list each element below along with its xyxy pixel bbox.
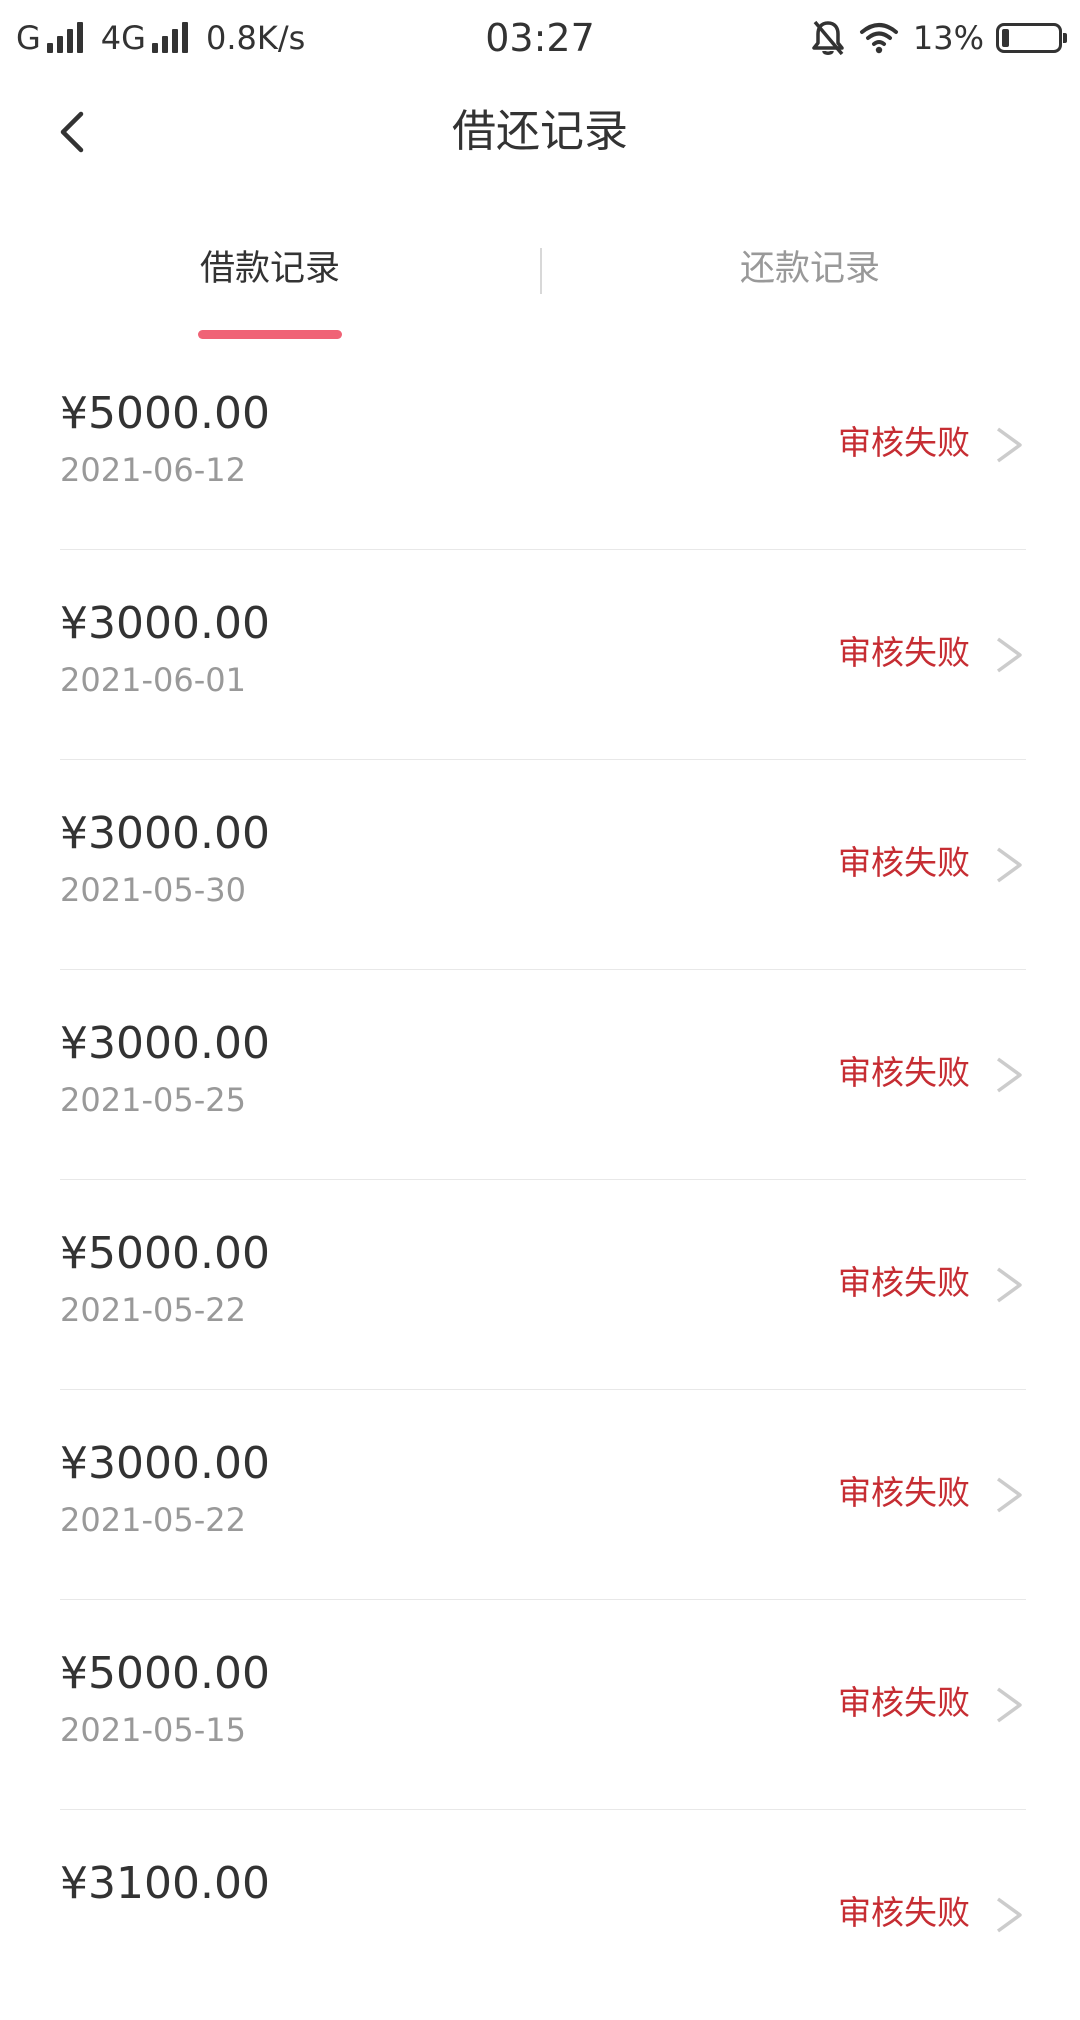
status-badge: 审核失败 bbox=[838, 423, 970, 462]
record-date: 2021-05-22 bbox=[60, 1291, 246, 1329]
record-date: 2021-05-22 bbox=[60, 1501, 246, 1539]
chevron-right-icon bbox=[996, 1687, 1022, 1723]
status-badge: 审核失败 bbox=[838, 633, 970, 672]
record-amount: ¥3000.00 bbox=[60, 1438, 270, 1489]
status-badge: 审核失败 bbox=[838, 843, 970, 882]
chevron-right-icon bbox=[996, 847, 1022, 883]
record-date: 2021-05-25 bbox=[60, 1081, 246, 1119]
tab-bar: 借款记录 还款记录 bbox=[0, 222, 1080, 342]
list-item[interactable]: ¥5000.00 2021-05-22 审核失败 bbox=[60, 1180, 1026, 1390]
chevron-right-icon bbox=[996, 427, 1022, 463]
chevron-right-icon bbox=[996, 1477, 1022, 1513]
record-date: 2021-06-12 bbox=[60, 451, 246, 489]
status-badge: 审核失败 bbox=[838, 1263, 970, 1302]
chevron-right-icon bbox=[996, 1267, 1022, 1303]
record-amount: ¥5000.00 bbox=[60, 1228, 270, 1279]
mute-bell-icon bbox=[812, 20, 844, 56]
list-item[interactable]: ¥5000.00 2021-06-12 审核失败 bbox=[60, 340, 1026, 550]
record-amount: ¥3100.00 bbox=[60, 1858, 270, 1909]
record-date: 2021-06-01 bbox=[60, 661, 246, 699]
status-bar: G 4G 0.8K/s 03:27 13% bbox=[0, 0, 1080, 78]
chevron-right-icon bbox=[996, 1057, 1022, 1093]
list-item[interactable]: ¥3100.00 审核失败 bbox=[60, 1810, 1026, 2020]
tab-borrow-records[interactable]: 借款记录 bbox=[120, 244, 420, 294]
nav-bar: 借还记录 bbox=[0, 78, 1080, 192]
chevron-right-icon bbox=[996, 1897, 1022, 1933]
tab-divider bbox=[540, 248, 542, 294]
status-badge: 审核失败 bbox=[838, 1473, 970, 1512]
list-item[interactable]: ¥5000.00 2021-05-15 审核失败 bbox=[60, 1600, 1026, 1810]
record-amount: ¥3000.00 bbox=[60, 808, 270, 859]
wifi-icon bbox=[859, 23, 898, 54]
record-date: 2021-05-30 bbox=[60, 871, 246, 909]
record-amount: ¥3000.00 bbox=[60, 598, 270, 649]
chevron-right-icon bbox=[996, 637, 1022, 673]
record-date: 2021-05-15 bbox=[60, 1711, 246, 1749]
record-amount: ¥3000.00 bbox=[60, 1018, 270, 1069]
list-item[interactable]: ¥3000.00 2021-06-01 审核失败 bbox=[60, 550, 1026, 760]
list-item[interactable]: ¥3000.00 2021-05-30 审核失败 bbox=[60, 760, 1026, 970]
status-badge: 审核失败 bbox=[838, 1893, 970, 1932]
battery-percent: 13% bbox=[912, 19, 984, 57]
list-item[interactable]: ¥3000.00 2021-05-25 审核失败 bbox=[60, 970, 1026, 1180]
status-badge: 审核失败 bbox=[838, 1683, 970, 1722]
page-title: 借还记录 bbox=[452, 106, 628, 157]
active-tab-indicator bbox=[198, 330, 342, 339]
record-amount: ¥5000.00 bbox=[60, 1648, 270, 1699]
record-amount: ¥5000.00 bbox=[60, 388, 270, 439]
battery-icon bbox=[996, 23, 1067, 53]
status-bar-right: 13% bbox=[811, 16, 1067, 60]
status-badge: 审核失败 bbox=[838, 1053, 970, 1092]
tab-repay-records[interactable]: 还款记录 bbox=[660, 244, 960, 294]
list-item[interactable]: ¥3000.00 2021-05-22 审核失败 bbox=[60, 1390, 1026, 1600]
